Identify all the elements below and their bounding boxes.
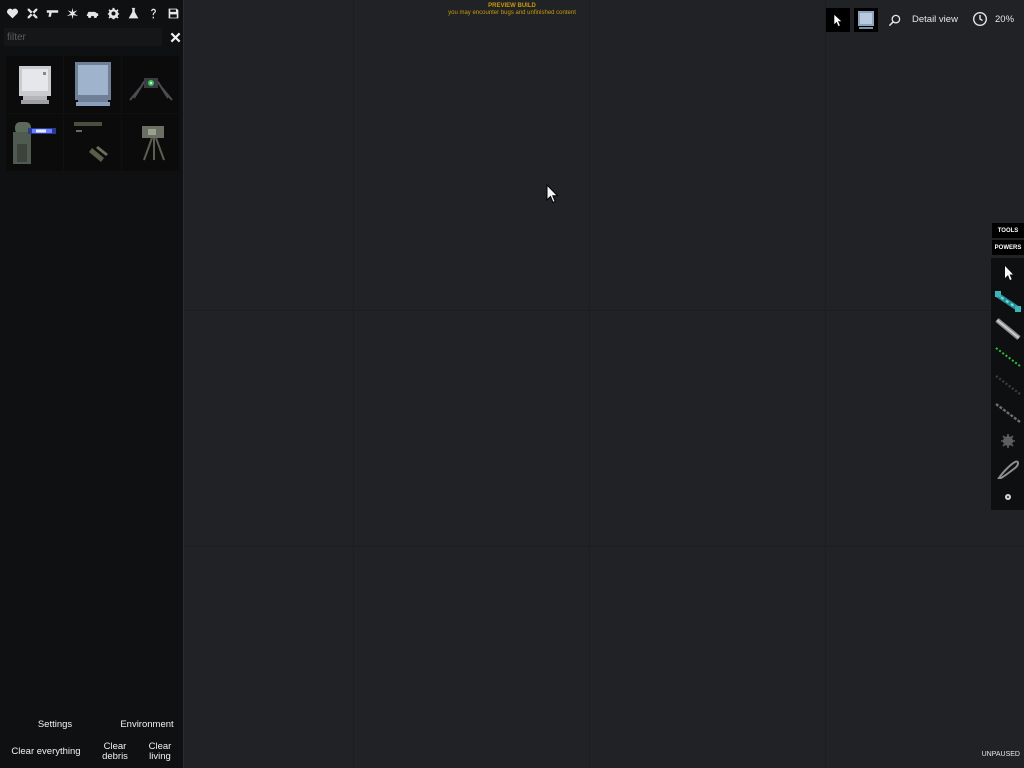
crossed-swords-icon bbox=[27, 8, 38, 18]
category-bar bbox=[0, 0, 184, 26]
pause-status[interactable]: UNPAUSED bbox=[975, 751, 1020, 758]
category-explosives[interactable] bbox=[63, 0, 83, 26]
item-rifle-parts[interactable] bbox=[64, 114, 121, 171]
question-icon bbox=[150, 8, 156, 18]
preview-build-title: PREVIEW BUILD bbox=[488, 3, 536, 9]
environment-button[interactable]: Environment bbox=[112, 720, 182, 730]
item-computer-screen-white[interactable] bbox=[6, 56, 63, 113]
tab-tools[interactable]: TOOLS bbox=[992, 223, 1024, 238]
clear-everything-button[interactable]: Clear everything bbox=[4, 747, 88, 757]
item-computer-screen-blue[interactable] bbox=[64, 56, 121, 113]
category-biohazard[interactable] bbox=[2, 0, 22, 26]
computer-screen-icon bbox=[858, 11, 874, 29]
gun-icon bbox=[46, 9, 59, 17]
explosive-icon bbox=[66, 7, 79, 19]
preview-build-subtitle: you may encounter bugs and unfinished co… bbox=[448, 10, 576, 16]
tool-dark-cable[interactable] bbox=[991, 371, 1024, 399]
grid-line bbox=[825, 0, 826, 768]
blue-screen-icon bbox=[74, 61, 111, 106]
tool-green-cable[interactable] bbox=[991, 343, 1024, 371]
tool-strip bbox=[991, 258, 1024, 510]
tool-pin[interactable] bbox=[991, 483, 1024, 511]
drag-tool-button[interactable] bbox=[826, 8, 850, 32]
plasma-turret-icon bbox=[12, 121, 56, 164]
rifle-parts-icon bbox=[73, 121, 108, 162]
tool-rod[interactable] bbox=[991, 315, 1024, 343]
tool-electric-wire[interactable] bbox=[991, 287, 1024, 315]
tool-drag[interactable] bbox=[991, 259, 1024, 287]
settings-button[interactable]: Settings bbox=[22, 720, 88, 730]
search-icon bbox=[888, 14, 900, 26]
preview-build-banner: PREVIEW BUILD you may encounter bugs and… bbox=[420, 3, 604, 17]
cursor-icon bbox=[834, 14, 842, 26]
camera-tripod-icon bbox=[141, 125, 165, 160]
sidebar: Settings Environment Clear everything Cl… bbox=[0, 0, 184, 768]
clear-living-button[interactable]: Clear living bbox=[143, 742, 177, 762]
gear-icon bbox=[107, 7, 119, 19]
clear-debris-button[interactable]: Clear debris bbox=[98, 742, 132, 762]
category-firearms[interactable] bbox=[42, 0, 62, 26]
heart-icon bbox=[6, 8, 18, 18]
tool-chain[interactable] bbox=[991, 399, 1024, 427]
item-plasma-turret[interactable] bbox=[6, 114, 63, 171]
item-spider-robot[interactable] bbox=[122, 56, 179, 113]
category-chemistry[interactable] bbox=[123, 0, 143, 26]
close-icon bbox=[170, 32, 180, 42]
category-vehicles[interactable] bbox=[83, 0, 103, 26]
chain-icon bbox=[994, 403, 1021, 423]
category-misc[interactable] bbox=[143, 0, 163, 26]
rod-icon bbox=[994, 318, 1021, 340]
tool-loop-rope[interactable] bbox=[991, 455, 1024, 483]
save-icon bbox=[168, 8, 179, 18]
item-grid bbox=[6, 56, 180, 171]
detail-view-toggle[interactable]: Detail view bbox=[912, 14, 958, 25]
spider-robot-icon bbox=[128, 77, 173, 101]
clock-icon[interactable] bbox=[972, 11, 988, 27]
vehicle-icon bbox=[87, 11, 99, 18]
world-viewport[interactable] bbox=[185, 0, 1024, 768]
flask-icon bbox=[128, 7, 139, 18]
loop-rope-icon bbox=[996, 460, 1019, 479]
gear-hinge-icon bbox=[1000, 434, 1015, 448]
grid-line bbox=[353, 0, 354, 768]
grid-line bbox=[589, 0, 590, 768]
bottom-controls: Settings Environment Clear everything Cl… bbox=[0, 708, 184, 768]
tool-gear-hinge[interactable] bbox=[991, 427, 1024, 455]
category-saved[interactable] bbox=[164, 0, 184, 26]
dark-cable-icon bbox=[994, 375, 1021, 395]
grid-line bbox=[185, 546, 1024, 547]
mouse-pointer-icon bbox=[546, 184, 559, 204]
time-scale-value[interactable]: 20% bbox=[995, 14, 1014, 25]
filter-input[interactable] bbox=[4, 28, 162, 46]
pin-icon bbox=[1004, 494, 1011, 500]
category-melee[interactable] bbox=[22, 0, 42, 26]
green-cable-icon bbox=[994, 347, 1021, 367]
filter-row bbox=[4, 28, 182, 46]
cursor-icon bbox=[1004, 266, 1013, 280]
clear-filter-button[interactable] bbox=[168, 28, 182, 46]
tab-powers[interactable]: POWERS bbox=[992, 240, 1024, 255]
search-button[interactable] bbox=[886, 10, 902, 30]
grid-line bbox=[185, 310, 1024, 311]
computer-screen-icon bbox=[18, 65, 51, 104]
spawn-preview-button[interactable] bbox=[854, 8, 878, 32]
category-machinery[interactable] bbox=[103, 0, 123, 26]
electric-wire-icon bbox=[994, 291, 1021, 313]
item-camera-tripod[interactable] bbox=[122, 114, 179, 171]
